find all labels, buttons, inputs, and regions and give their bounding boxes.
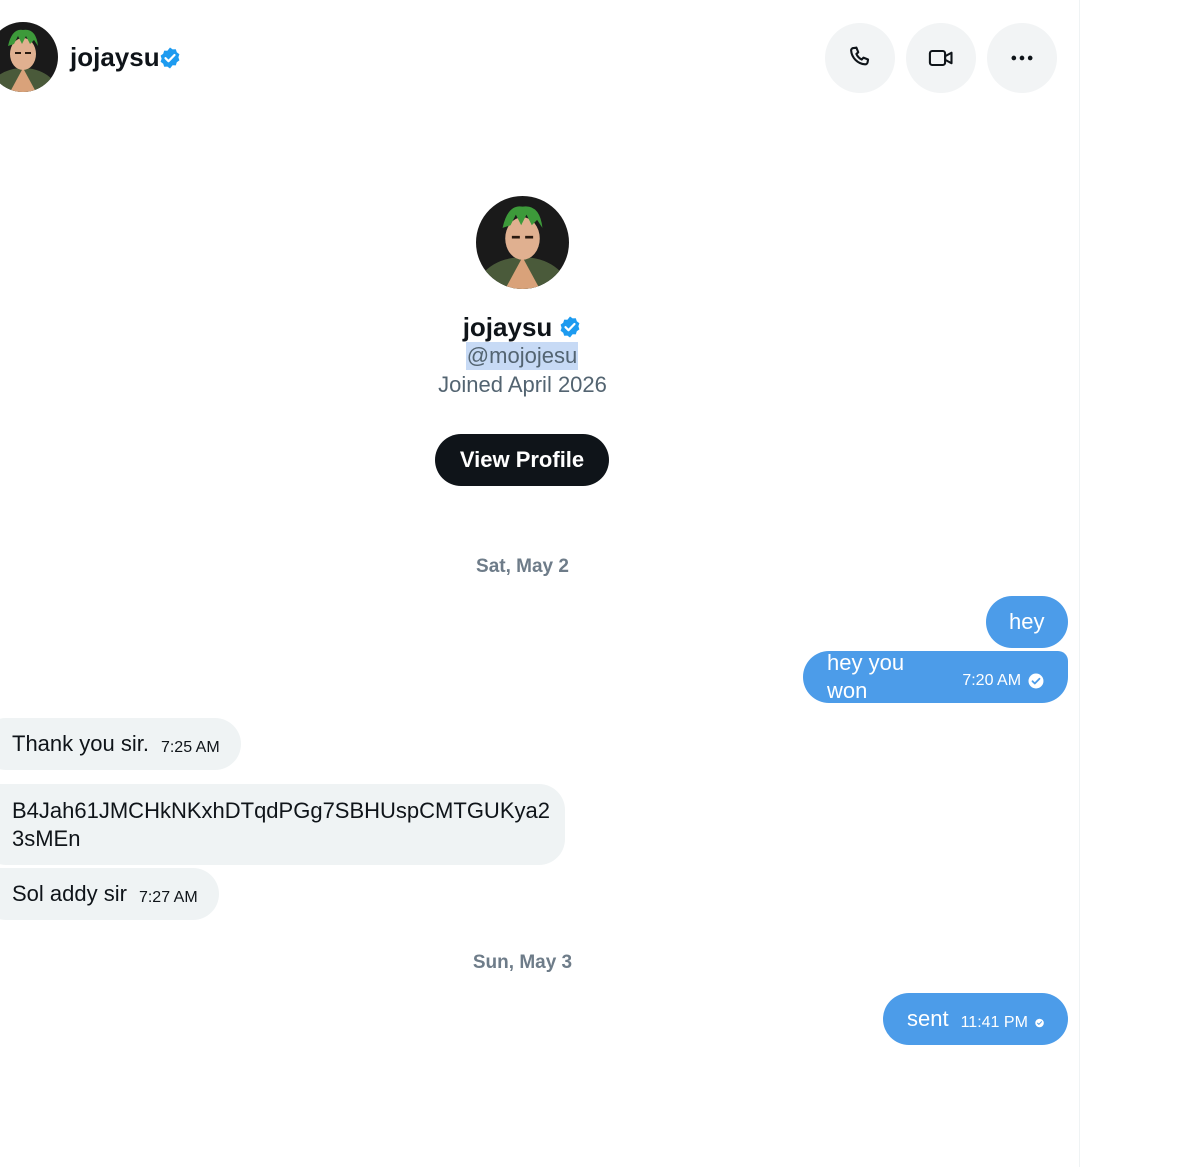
message-text: hey you won — [827, 650, 905, 703]
message-timestamp: 7:20 AM — [962, 672, 1022, 689]
panel-divider — [1079, 0, 1080, 1167]
message-bubble-incoming[interactable]: Sol addy sir 7:27 AM — [0, 868, 219, 920]
call-button[interactable] — [825, 23, 895, 93]
read-receipt-icon — [1028, 673, 1044, 689]
message-timestamp: 7:27 AM — [138, 889, 198, 906]
profile-avatar[interactable] — [476, 196, 569, 289]
date-separator: Sat, May 2 — [476, 556, 569, 577]
message-bubble-outgoing[interactable]: hey — [986, 596, 1068, 648]
message-text-line: B4Jah61JMCHkNKxhDTqdPGg7SBHUspCMTGUKya2 — [12, 797, 550, 823]
message-text: Sol addy sir — [12, 881, 127, 906]
avatar-image — [476, 196, 569, 289]
header-username[interactable]: jojaysu — [70, 40, 160, 74]
message-text: hey — [1009, 609, 1045, 634]
profile-name-row: jojaysu — [0, 310, 1045, 344]
message-bubble-outgoing[interactable]: sent 11:41 PM — [883, 993, 1068, 1045]
message-timestamp: 11:41 PM — [960, 1014, 1028, 1031]
avatar-image — [0, 22, 58, 92]
read-receipt-icon — [1035, 1018, 1044, 1028]
verified-badge-icon — [160, 47, 180, 69]
message-bubble-incoming[interactable]: Thank you sir. 7:25 AM — [0, 718, 241, 770]
profile-name: jojaysu — [462, 311, 553, 342]
video-call-button[interactable] — [906, 23, 976, 93]
date-separator: Sun, May 3 — [472, 952, 573, 973]
message-bubble-incoming[interactable]: B4Jah61JMCHkNKxhDTqdPGg7SBHUspCMTGUKya2 … — [0, 784, 565, 865]
message-timestamp: 7:25 AM — [160, 739, 220, 756]
view-profile-button[interactable]: View Profile — [435, 434, 609, 486]
message-text: sent — [907, 1006, 949, 1031]
message-text: Thank you sir. — [12, 731, 149, 756]
message-text-line: 3sMEn — [12, 825, 81, 851]
phone-icon — [850, 46, 870, 66]
header-avatar[interactable] — [0, 22, 58, 92]
profile-joined-date: Joined April 2026 — [438, 372, 607, 397]
video-icon — [928, 49, 953, 67]
more-options-button[interactable] — [987, 23, 1057, 93]
message-bubble-outgoing[interactable]: hey you won 7:20 AM — [803, 650, 1068, 703]
more-horizontal-icon — [1011, 55, 1033, 61]
verified-badge-icon — [560, 316, 580, 338]
profile-handle: @mojojesu — [466, 342, 578, 370]
